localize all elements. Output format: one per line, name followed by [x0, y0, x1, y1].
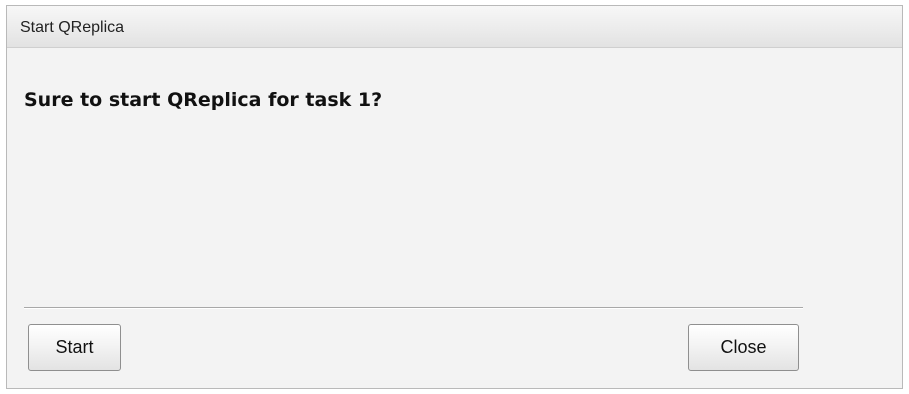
start-qreplica-dialog: Start QReplica Sure to start QReplica fo…	[6, 5, 903, 389]
dialog-title: Start QReplica	[20, 19, 125, 36]
start-button-label: Start	[55, 337, 94, 357]
confirmation-message: Sure to start QReplica for task 1?	[24, 89, 383, 111]
close-button-label: Close	[720, 337, 767, 357]
start-button[interactable]: Start	[28, 324, 121, 371]
close-button[interactable]: Close	[688, 324, 799, 371]
button-divider	[24, 307, 803, 309]
dialog-titlebar[interactable]: Start QReplica	[7, 6, 902, 48]
